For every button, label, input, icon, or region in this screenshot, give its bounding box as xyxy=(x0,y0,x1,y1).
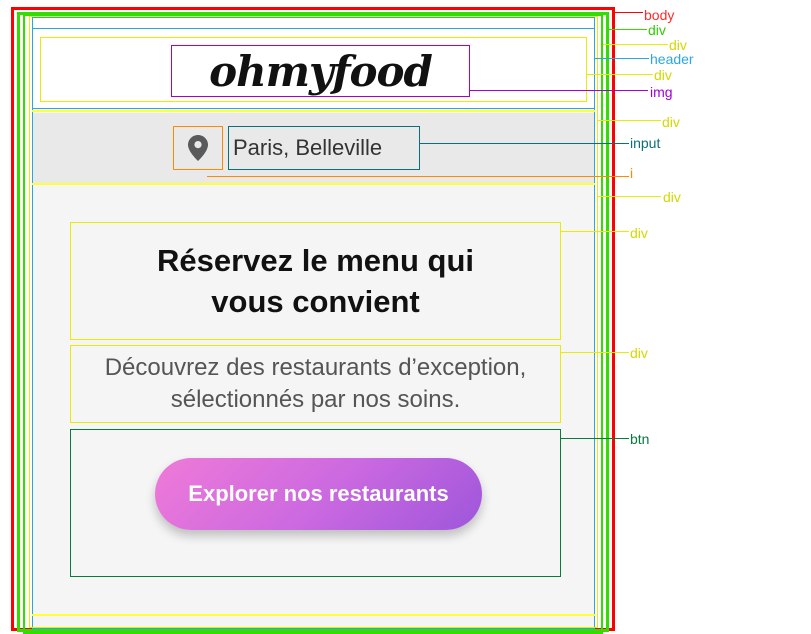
label-div-3: div xyxy=(654,67,672,83)
img-outline xyxy=(171,45,470,97)
i-leader-line xyxy=(207,176,629,177)
label-header: header xyxy=(650,51,694,67)
label-i: i xyxy=(630,165,634,181)
div-leader-line-5 xyxy=(597,196,661,197)
i-outline xyxy=(173,126,223,170)
label-btn: btn xyxy=(630,431,650,447)
label-input: input xyxy=(630,135,661,151)
canvas: ohmyfood Réservez le menu qui vous convi… xyxy=(0,0,811,634)
label-div-6: div xyxy=(630,225,648,241)
label-div-1: div xyxy=(648,22,666,38)
img-leader-line xyxy=(470,90,648,91)
label-img: img xyxy=(650,84,673,100)
div-outline-subtitle xyxy=(70,345,561,423)
label-div-4: div xyxy=(662,114,680,130)
label-div-5: div xyxy=(663,189,681,205)
input-leader-line xyxy=(420,143,629,144)
div-leader-line-4 xyxy=(597,120,661,121)
div-outline-title xyxy=(70,222,561,340)
div-outline-bottom xyxy=(32,614,595,618)
label-div-7: div xyxy=(630,345,648,361)
btn-outline xyxy=(70,429,561,577)
div-leader-line-3 xyxy=(587,74,653,75)
div-outline-location-bottom xyxy=(32,183,595,187)
div-leader-line-1 xyxy=(609,29,647,30)
div-leader-line-2 xyxy=(603,44,668,45)
label-body: body xyxy=(644,7,675,23)
header-leader-line xyxy=(595,58,649,59)
div-leader-line-7 xyxy=(561,352,629,353)
div-leader-line-6 xyxy=(561,231,629,232)
body-leader-line xyxy=(615,12,643,13)
div-outline-location-top xyxy=(32,110,595,114)
btn-leader-line xyxy=(561,438,629,439)
